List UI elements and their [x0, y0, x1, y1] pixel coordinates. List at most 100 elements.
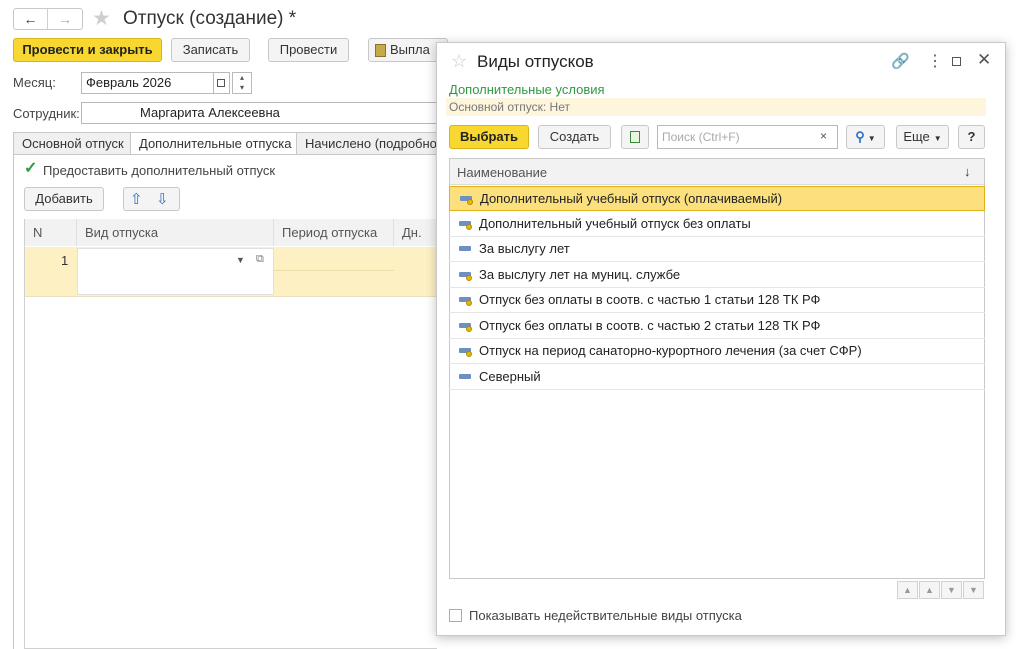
post-button[interactable]: Провести — [268, 38, 349, 62]
scroll-down-button[interactable]: ▼ — [941, 581, 962, 599]
column-header-name[interactable]: Наименование ↓ — [450, 159, 984, 185]
status-dot-icon — [467, 199, 473, 205]
period-cell[interactable] — [274, 247, 394, 271]
main-leave-info-text: Основной отпуск: Нет — [449, 100, 570, 114]
status-dot-icon — [466, 351, 472, 357]
maximize-icon[interactable] — [952, 57, 961, 66]
calendar-button[interactable] — [214, 72, 230, 94]
leave-type-icon — [459, 297, 472, 306]
search-placeholder: Поиск (Ctrl+F) — [662, 130, 740, 144]
dropdown-arrow-icon[interactable]: ▼ — [236, 255, 245, 265]
clear-search-icon[interactable]: × — [820, 129, 827, 143]
close-icon[interactable]: ✕ — [977, 50, 991, 70]
employee-field[interactable]: Маргарита Алексеевна — [81, 102, 437, 124]
leave-type-icon — [459, 348, 472, 357]
help-button[interactable]: ? — [958, 125, 985, 149]
sort-arrow-icon[interactable]: ↓ — [964, 164, 971, 179]
col-header-n[interactable]: N — [25, 219, 77, 246]
magnifier-icon: ⚲ — [855, 129, 865, 144]
list-item-label: Дополнительный учебный отпуск без оплаты — [479, 215, 751, 231]
status-dot-icon — [466, 274, 472, 281]
spinner-down-icon[interactable]: ▾ — [233, 83, 251, 93]
extra-conditions-link[interactable]: Дополнительные условия — [449, 82, 605, 97]
employee-label: Сотрудник: — [13, 106, 80, 121]
list-item[interactable]: Дополнительный учебный отпуск (оплачивае… — [449, 186, 985, 211]
save-button[interactable]: Записать — [171, 38, 250, 62]
leave-type-icon — [459, 246, 471, 251]
employee-value: Маргарита Алексеевна — [140, 105, 280, 120]
leave-types-dialog: ☆ Виды отпусков 🔗 ⋮ ✕ Дополнительные усл… — [436, 42, 1006, 636]
open-form-icon[interactable]: ⧉ — [256, 253, 264, 266]
select-button[interactable]: Выбрать — [449, 125, 529, 149]
col-header-days[interactable]: Дн. — [394, 219, 437, 246]
leave-type-icon — [459, 373, 471, 379]
column-header-label: Наименование — [457, 165, 548, 180]
forward-arrow-icon[interactable]: → — [48, 9, 82, 29]
favorite-star-icon[interactable]: ★ — [92, 6, 111, 31]
list-item-label: Дополнительный учебный отпуск (оплачивае… — [480, 191, 783, 206]
dialog-title: Виды отпусков — [477, 52, 594, 71]
checkmark-icon: ✓ — [24, 160, 38, 177]
list-item-label: Отпуск на период санаторно-курортного ле… — [479, 343, 862, 358]
tab-panel-left-border — [13, 154, 14, 649]
table-row[interactable]: 1 ▼ ⧉ — [25, 247, 437, 297]
tab-additional-leave[interactable]: Дополнительные отпуска — [130, 132, 297, 155]
create-button[interactable]: Создать — [538, 125, 611, 149]
post-and-close-button[interactable]: Провести и закрыть — [13, 38, 162, 62]
grant-extra-checkbox[interactable]: ✓ — [24, 160, 38, 177]
spinner-up-icon[interactable]: ▴ — [233, 73, 251, 83]
scroll-top-button[interactable]: ▲ — [897, 581, 918, 599]
leave-type-input[interactable]: ▼ ⧉ — [77, 248, 274, 295]
list-item[interactable]: За выслугу лет на муниц. службе — [449, 263, 985, 288]
leave-type-icon — [459, 220, 472, 230]
copy-add-icon — [630, 130, 640, 143]
move-up-icon[interactable]: ⇧ — [130, 190, 143, 208]
status-dot-icon — [466, 223, 472, 230]
move-down-icon[interactable]: ⇩ — [156, 190, 169, 208]
leave-type-icon — [459, 271, 472, 281]
calendar-icon — [217, 79, 225, 87]
back-arrow-icon[interactable]: ← — [14, 9, 48, 29]
status-dot-icon — [466, 300, 472, 306]
month-spinner[interactable]: ▴ ▾ — [232, 72, 252, 94]
scroll-up-button[interactable]: ▲ — [919, 581, 940, 599]
add-row-button[interactable]: Добавить — [24, 187, 104, 211]
list-item[interactable]: Отпуск на период санаторно-курортного ле… — [449, 339, 985, 364]
list-item-label: За выслугу лет на муниц. службе — [479, 266, 681, 282]
col-header-period[interactable]: Период отпуска — [274, 219, 394, 246]
row-number: 1 — [61, 253, 69, 268]
col-header-type[interactable]: Вид отпуска — [77, 219, 274, 246]
search-input[interactable]: Поиск (Ctrl+F) × — [657, 125, 838, 149]
list-item-label: За выслугу лет — [479, 241, 570, 256]
list-item[interactable]: Отпуск без оплаты в соотв. с частью 2 ст… — [449, 314, 985, 339]
grant-extra-label: Предоставить дополнительный отпуск — [43, 163, 276, 178]
list-item[interactable]: За выслугу лет — [449, 237, 985, 262]
more-button[interactable]: Еще ▼ — [896, 125, 949, 149]
tab-accrued-detailed[interactable]: Начислено (подробно) — [296, 132, 446, 155]
tab-main-leave[interactable]: Основной отпуск — [13, 132, 131, 155]
document-icon — [375, 44, 386, 58]
scroll-bottom-button[interactable]: ▼ — [963, 581, 984, 599]
move-buttons: ⇧ ⇩ — [123, 187, 180, 211]
list-item-label: Отпуск без оплаты в соотв. с частью 2 ст… — [479, 317, 821, 333]
show-invalid-checkbox[interactable] — [449, 609, 462, 622]
nav-buttons: ← → — [13, 8, 83, 30]
month-field[interactable]: Февраль 2026 — [81, 72, 214, 94]
leave-type-icon — [459, 322, 472, 332]
document-title: Отпуск (создание) * — [123, 8, 297, 29]
main-leave-info: Основной отпуск: Нет — [446, 98, 986, 116]
list-item[interactable]: Северный — [449, 365, 985, 390]
leave-type-icon — [460, 196, 473, 205]
list-item[interactable]: Дополнительный учебный отпуск без оплаты — [449, 212, 985, 237]
favorite-star-icon[interactable]: ☆ — [451, 51, 467, 72]
more-button-label: Еще — [903, 129, 930, 144]
search-options-button[interactable]: ⚲ ▼ — [846, 125, 885, 149]
more-actions-icon[interactable]: ⋮ — [927, 51, 943, 71]
show-invalid-label: Показывать недействительные виды отпуска — [469, 608, 742, 623]
list-item-label: Северный — [479, 368, 541, 384]
link-icon[interactable]: 🔗 — [891, 52, 910, 70]
list-item[interactable]: Отпуск без оплаты в соотв. с частью 1 ст… — [449, 288, 985, 313]
list-item-label: Отпуск без оплаты в соотв. с частью 1 ст… — [479, 292, 821, 307]
copy-button[interactable] — [621, 125, 649, 149]
status-dot-icon — [466, 325, 472, 332]
